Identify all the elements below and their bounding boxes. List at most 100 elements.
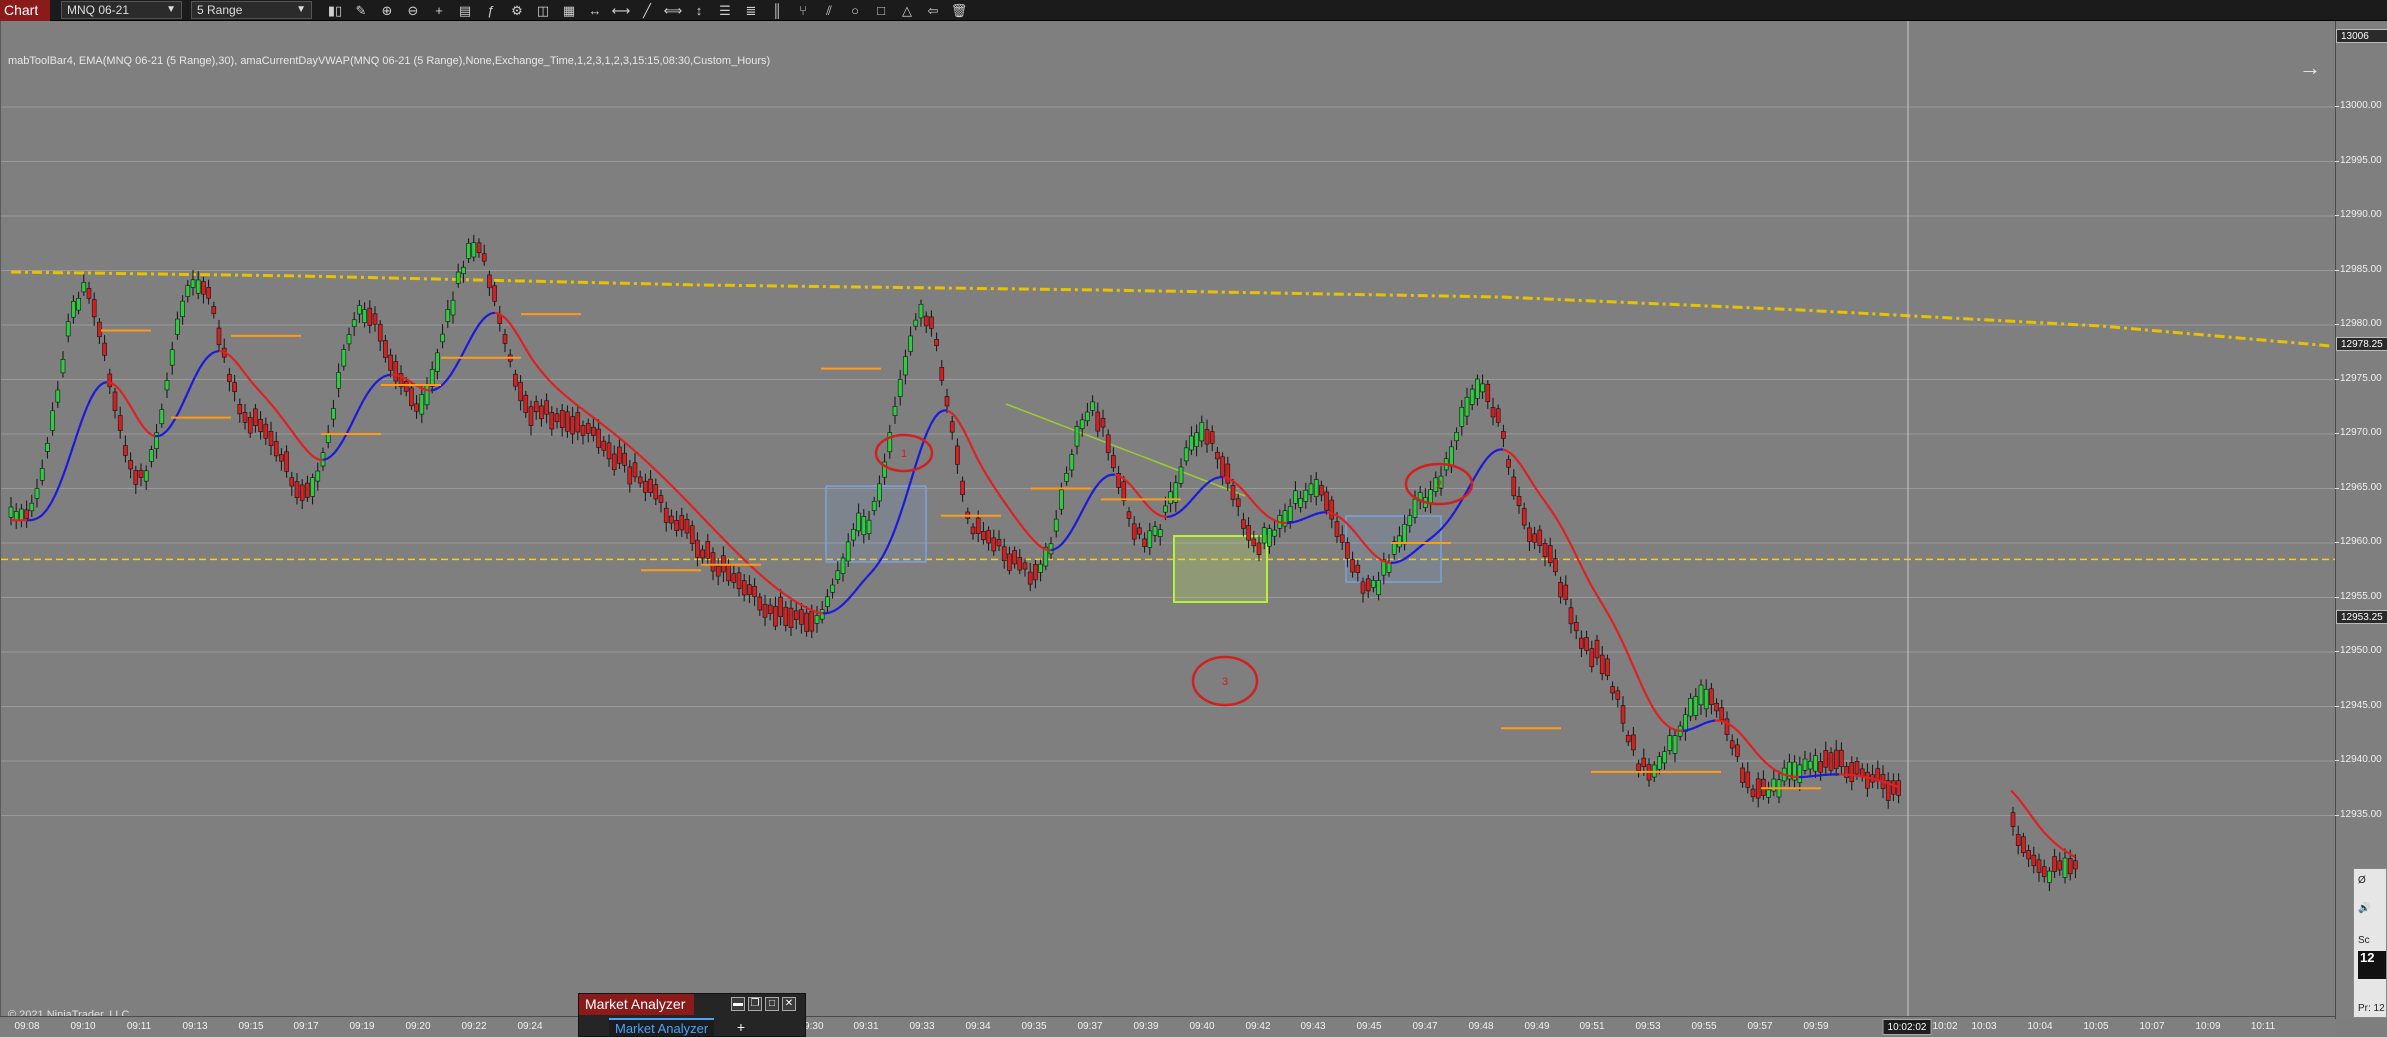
ema-segment <box>1722 720 1728 724</box>
data-box-icon[interactable]: ▤ <box>455 2 475 19</box>
rectangle-icon[interactable]: □ <box>871 2 891 19</box>
ema-segment <box>1298 518 1304 522</box>
crosshair-icon[interactable]: + <box>429 2 449 19</box>
ema-segment <box>1302 516 1308 521</box>
ema-segment <box>1094 482 1100 489</box>
ema-segment <box>862 576 868 583</box>
candle-body <box>1755 778 1761 799</box>
candle-body <box>367 307 373 326</box>
andrews-pitchfork-icon[interactable]: ⑂ <box>793 2 813 19</box>
ema-segment <box>1330 512 1336 516</box>
ema-segment <box>502 315 508 321</box>
candle-body <box>591 426 596 436</box>
order-widget[interactable]: Ø 🔊 Sc 12 Pr: 12 <box>2353 868 2387 1018</box>
pencil-icon[interactable]: ✎ <box>351 2 371 19</box>
market-analyzer-window[interactable]: Market Analyzer ▬ ❐ □ ✕ Market Analyzer … <box>578 993 806 1037</box>
candle-body <box>1475 378 1480 399</box>
triangle-icon[interactable]: △ <box>897 2 917 19</box>
candle-body <box>866 519 872 535</box>
properties-icon[interactable]: ▦ <box>559 2 579 19</box>
maximize-button[interactable]: □ <box>765 997 779 1011</box>
horizontal-line-icon[interactable]: ⟷ <box>611 2 631 19</box>
ema-segment <box>2058 845 2064 851</box>
ema-segment <box>1142 499 1148 506</box>
market-analyzer-title[interactable]: Market Analyzer <box>579 994 694 1015</box>
vertical-line-icon[interactable]: ↕ <box>689 2 709 19</box>
candle-body <box>825 596 830 607</box>
link-icon[interactable]: Ø <box>2358 875 2366 886</box>
ema-segment <box>1770 766 1776 771</box>
ema-segment <box>434 386 440 391</box>
ema-segment <box>1538 492 1544 500</box>
candle-body <box>1324 491 1329 511</box>
trend-line-icon[interactable]: ╱ <box>637 2 657 19</box>
price-chart[interactable]: 1 2 3 <box>1 21 2335 1019</box>
candle-body <box>710 552 716 572</box>
time-tick-label: 09:31 <box>853 1021 879 1032</box>
candle-body <box>1719 707 1725 721</box>
screenshot-icon[interactable]: ◫ <box>533 2 553 19</box>
candle-body <box>502 334 508 344</box>
candle-body <box>684 519 690 534</box>
bar-chart-icon[interactable]: ▮▯ <box>325 2 345 19</box>
minimize-button[interactable]: ▬ <box>731 997 745 1011</box>
time-tick-label: 09:40 <box>1189 1021 1215 1032</box>
candle-body <box>757 596 763 611</box>
speaker-icon[interactable]: 🔊 <box>2358 903 2370 914</box>
candle-body <box>1027 571 1033 585</box>
candle-body <box>1828 752 1834 771</box>
candle-body <box>1537 529 1543 546</box>
extended-line-icon[interactable]: ⟺ <box>663 2 683 19</box>
zoom-out-icon[interactable]: ⊖ <box>403 2 423 19</box>
fib-time-icon[interactable]: ║ <box>767 2 787 19</box>
ema-segment <box>1238 485 1244 491</box>
candle-body <box>39 468 45 481</box>
time-tick-label: 09:13 <box>182 1021 208 1032</box>
scroll-right-icon[interactable]: → <box>2299 55 2321 81</box>
arrow-icon[interactable]: ⇦ <box>923 2 943 19</box>
close-button[interactable]: ✕ <box>782 997 796 1011</box>
candle-body <box>1267 528 1272 547</box>
candle-body <box>2041 866 2047 877</box>
candle-body <box>1506 459 1511 468</box>
ema-segment <box>958 421 964 430</box>
ema-segment <box>1018 521 1024 529</box>
tab-market-analyzer[interactable]: Market Analyzer <box>609 1018 715 1036</box>
parallel-channel-icon[interactable]: ⫽ <box>819 2 839 19</box>
price-tick-label: 12940.00 <box>2335 754 2382 765</box>
candle-body <box>424 384 430 406</box>
candle-body <box>1610 686 1615 694</box>
ruler-icon[interactable]: ↔ <box>585 2 605 19</box>
ellipse-icon[interactable]: ○ <box>845 2 865 19</box>
time-tick-label: 09:37 <box>1077 1021 1103 1032</box>
candle-body <box>289 477 295 487</box>
indicators-icon[interactable]: ƒ <box>481 2 501 19</box>
ema-segment <box>1621 642 1629 653</box>
ema-segment <box>2070 853 2076 858</box>
ema-segment <box>1482 457 1488 465</box>
ema-segment <box>990 481 996 489</box>
ema-segment <box>1454 504 1460 512</box>
strategies-icon[interactable]: ⚙ <box>507 2 527 19</box>
ema-segment <box>1738 731 1744 738</box>
fib-extension-icon[interactable]: ≣ <box>741 2 761 19</box>
chevron-down-icon: ▼ <box>166 4 176 15</box>
instrument-selector[interactable]: MNQ 06-21 ▼ <box>61 1 182 19</box>
time-axis[interactable]: 09:08 09:10 09:11 09:13 09:15 09:17 09:19 09:20… <box>0 1016 2335 1037</box>
candle-body <box>1126 511 1132 519</box>
candle-body <box>1215 451 1220 460</box>
ema-segment <box>1694 724 1700 729</box>
fib-retracement-icon[interactable]: ☰ <box>715 2 735 19</box>
time-tick-label: 10:11 <box>2250 1021 2276 1032</box>
bar-type-selector[interactable]: 5 Range ▼ <box>191 1 312 19</box>
candle-body <box>242 412 248 423</box>
candle-body <box>1579 637 1584 649</box>
zoom-in-icon[interactable]: ⊕ <box>377 2 397 19</box>
ema-segment <box>98 382 104 388</box>
chart-panel[interactable]: 1 2 3 mabToolBar4, EMA(MNQ 06-21 (5 Range)… <box>0 21 2335 1019</box>
restore-button[interactable]: ❐ <box>748 997 762 1011</box>
add-tab-button[interactable]: + <box>733 1018 749 1036</box>
chart-tab[interactable]: Chart <box>0 0 50 21</box>
trash-icon[interactable]: 🗑 <box>949 2 969 19</box>
time-tick-label: 09:42 <box>1245 1021 1271 1032</box>
